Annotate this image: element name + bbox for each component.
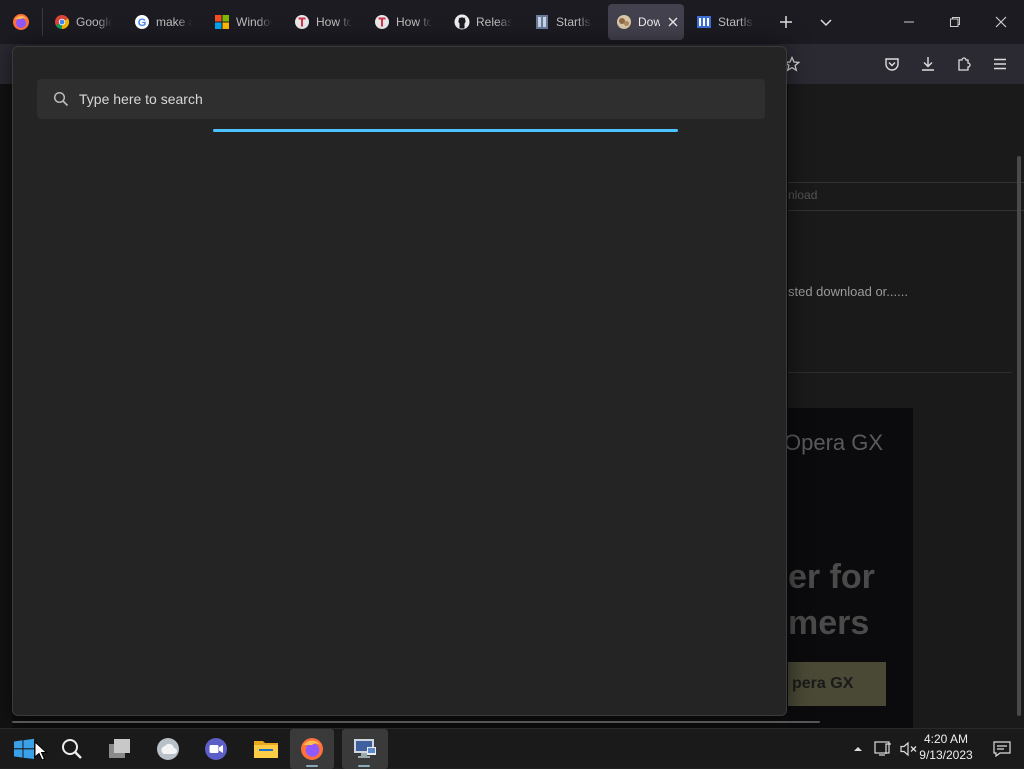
tab-label: Releases [476,15,512,29]
cloud-app-icon [157,738,179,760]
tab-download-active[interactable]: Dow [608,4,684,40]
howto-icon [374,14,390,30]
firefox-menu-icon[interactable] [8,4,34,40]
search-icon [62,739,82,759]
tab-howto-2[interactable]: How to [374,4,444,40]
task-view-icon [109,739,130,758]
tab-label: Windows [236,15,272,29]
start-menu [12,46,787,716]
browser-tab-bar: Google G make a Windows How to How to Re… [0,0,1024,44]
meet-app-button[interactable] [194,729,238,769]
startisback-icon [534,14,550,30]
chevron-up-icon [854,747,862,751]
divider [788,182,1024,183]
extensions-button[interactable] [952,52,976,76]
divider [788,372,1012,373]
video-call-icon [205,738,227,760]
tab-startisback-1[interactable]: StartIsB [534,4,600,40]
tab-label: StartIsB [718,15,754,29]
search-loading-bar [213,129,678,132]
download-link-fragment[interactable]: nload [788,188,817,202]
ad-brand: Opera GX [784,430,884,455]
maximize-button[interactable] [932,0,978,44]
restore-icon [950,17,960,27]
firefox-taskbar-button[interactable] [290,729,334,769]
horizontal-scrollbar[interactable] [12,721,820,723]
taskbar: 4:20 AM 9/13/2023 [0,728,1024,769]
tab-label: make a [156,15,192,29]
downloads-button[interactable] [916,52,940,76]
page-visible-area: nload sted download or...... Opera GX er… [784,84,1024,728]
puzzle-icon [958,57,971,71]
page-scrollbar[interactable] [1017,156,1021,716]
tab-divider [42,8,43,36]
search-taskbar-button[interactable] [50,729,94,769]
search-box[interactable] [37,79,765,119]
tab-google[interactable]: Google [54,4,124,40]
pocket-button[interactable] [880,52,904,76]
chevron-down-icon [820,19,832,27]
tab-windows[interactable]: Windows [214,4,284,40]
github-icon [454,14,470,30]
plus-icon [780,16,792,28]
new-tab-button[interactable] [774,4,798,40]
network-tray-button[interactable] [872,729,894,769]
divider [788,210,1024,211]
remote-desktop-icon [354,739,376,758]
pocket-icon [885,58,899,71]
tab-startisback-2[interactable]: StartIsB [696,4,762,40]
tab-label: How to [316,15,352,29]
close-tab-icon[interactable] [666,15,680,29]
suggested-download-text: sted download or...... [788,284,908,299]
tab-label: Google [76,15,112,29]
tab-label: How to [396,15,432,29]
tab-releases[interactable]: Releases [454,4,524,40]
microsoft-icon [214,14,230,30]
svg-text:G: G [138,17,147,29]
howto-icon [294,14,310,30]
file-explorer-button[interactable] [244,729,288,769]
minimize-icon [904,21,914,23]
search-input[interactable] [79,91,679,107]
list-all-tabs-button[interactable] [814,4,838,40]
clock[interactable]: 4:20 AM 9/13/2023 [914,731,978,763]
google-icon: G [134,14,150,30]
ad-cta-button[interactable]: pera GX [788,662,886,706]
show-hidden-icons-button[interactable] [850,729,866,769]
opera-gx-ad[interactable]: Opera GX er for mers pera GX [784,408,913,728]
clock-date: 9/13/2023 [919,748,973,762]
download-site-icon [616,14,632,30]
chrome-icon [54,14,70,30]
folder-icon [254,741,278,758]
action-center-button[interactable] [990,729,1014,769]
minimize-button[interactable] [886,0,932,44]
clock-time: 4:20 AM [923,732,969,746]
notification-icon [993,741,1011,757]
startisback-icon [696,14,712,30]
tab-make[interactable]: G make a [134,4,204,40]
network-icon [874,741,891,756]
page-left-gutter [0,84,12,728]
ad-headline-line2: mers [788,604,870,642]
close-window-button[interactable] [978,0,1024,44]
tab-howto-1[interactable]: How to [294,4,364,40]
app-menu-button[interactable] [988,52,1012,76]
windows-logo-icon [14,738,34,759]
download-icon [922,57,934,71]
close-icon [995,16,1007,28]
search-icon [53,91,69,107]
firefox-icon [301,738,323,760]
mouse-cursor-icon [34,741,48,761]
tab-label: Dow [638,15,660,29]
ad-headline-line1: er for [788,558,875,596]
tab-label: StartIsB [556,15,592,29]
cloud-app-button[interactable] [146,729,190,769]
task-view-button[interactable] [98,729,142,769]
hamburger-menu-icon [994,58,1006,70]
remote-desktop-taskbar-button[interactable] [342,729,388,769]
